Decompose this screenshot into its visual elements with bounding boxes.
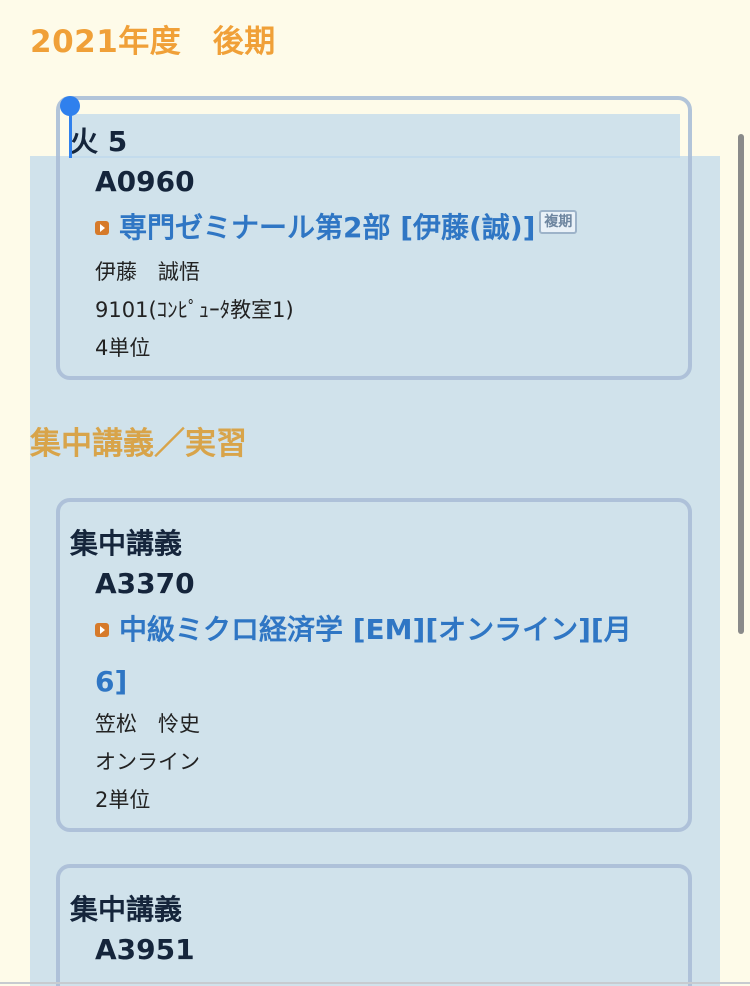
classroom: 9101(ｺﾝﾋﾟｭｰﾀ教室1) <box>95 298 294 322</box>
divider <box>0 982 750 984</box>
period-label: 集中講義 <box>70 893 183 926</box>
course-code: A0960 <box>95 165 195 198</box>
classroom: オンライン <box>95 750 200 774</box>
course-code: A3951 <box>95 933 195 966</box>
course-title: 専門ゼミナール第2部 [伊藤(誠)] <box>119 211 536 244</box>
course-title: 中級ミクロ経済学 [EM][オンライン][月6] <box>95 613 632 698</box>
section-title: 集中講義／実習 <box>30 426 247 462</box>
page: 2021年度 後期 火 5 A0960 専門ゼミナール第2部 [伊藤(誠)] 複期… <box>0 0 750 986</box>
teacher-name: 笠松 怜史 <box>95 712 200 736</box>
play-arrow-icon <box>95 221 109 235</box>
course-code: A3370 <box>95 567 195 600</box>
multi-term-badge: 複期 <box>539 210 578 234</box>
selection-handle[interactable] <box>60 96 80 116</box>
scrollbar[interactable] <box>738 134 744 634</box>
credits: 4単位 <box>95 336 151 360</box>
credits: 2単位 <box>95 788 151 812</box>
term-title: 2021年度 後期 <box>30 24 276 60</box>
course-link[interactable]: 専門ゼミナール第2部 [伊藤(誠)] 複期 <box>95 202 655 254</box>
course-link[interactable]: 中級ミクロ経済学 [EM][オンライン][月6] <box>95 604 655 708</box>
play-arrow-icon <box>95 623 109 637</box>
teacher-name: 伊藤 誠悟 <box>95 260 200 284</box>
period-label: 火 5 <box>70 125 128 158</box>
period-label: 集中講義 <box>70 527 183 560</box>
